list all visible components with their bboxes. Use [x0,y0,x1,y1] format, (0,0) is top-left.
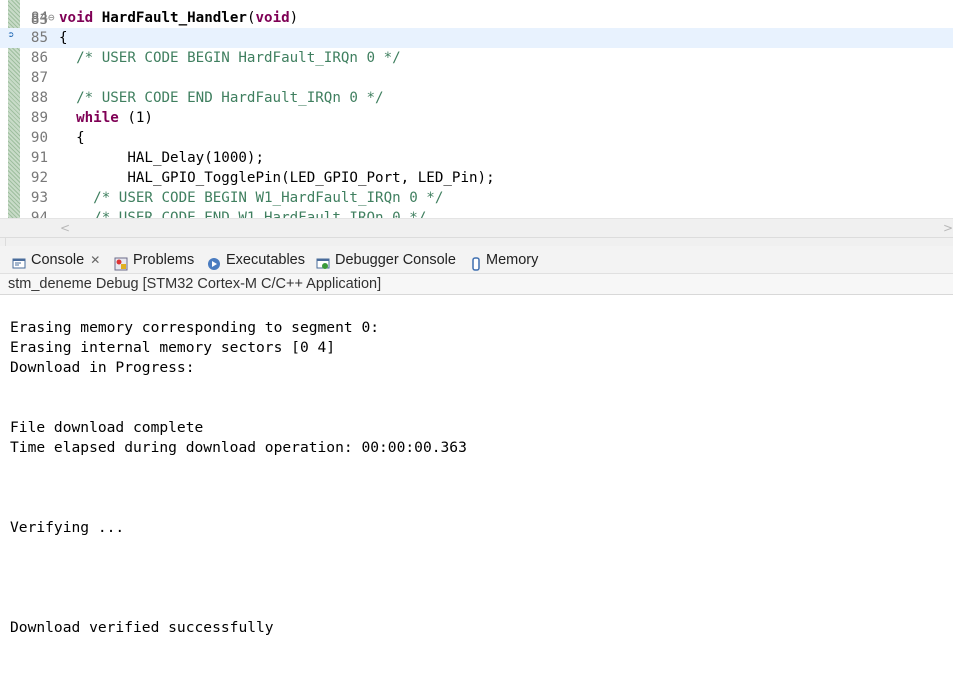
editor-horizontal-scrollbar[interactable]: < > [0,218,953,238]
code-editor[interactable]: 83 */ 84⊖void HardFault_Handler(void)85{… [0,0,953,218]
code-token: ) [289,10,299,26]
tab-problems[interactable]: Problems [114,246,194,274]
close-icon[interactable]: ✕ [90,246,100,274]
line-number: 84 [30,10,48,26]
line-number: 91 [30,150,48,166]
scroll-left-icon[interactable]: < [60,221,70,235]
tab-console[interactable]: Console ✕ [12,246,100,274]
code-token: /* USER CODE END HardFault_IRQn 0 */ [76,90,384,106]
code-token: { [59,130,85,146]
tab-label: Executables [226,252,305,268]
console-line: Download in Progress: [10,359,195,376]
tab-memory[interactable]: Memory [471,246,538,274]
line-number: 93 [30,190,48,206]
console-line: Verifying ... [10,519,125,536]
executables-icon [207,253,221,270]
fold-collapse-icon[interactable]: ⊖ [48,8,55,28]
code-token: /* USER CODE BEGIN HardFault_IRQn 0 */ [76,50,401,66]
code-token: HAL_Delay(1000); [59,150,264,166]
code-line[interactable]: 92 HAL_GPIO_TogglePin(LED_GPIO_Port, LED… [0,168,953,188]
code-line[interactable]: 90 { [0,128,953,148]
tab-label: Memory [486,252,539,268]
line-number: 86 [30,50,48,66]
console-line: Erasing internal memory sectors [0 4] [10,339,336,356]
code-line[interactable]: 84 ⊖ void HardFault_Handler(void) [0,8,953,28]
tab-label: Console [31,252,85,268]
problems-icon [114,253,128,271]
view-tab-bar: Console ✕ Problems Executables Debugger … [0,246,953,274]
debug-instruction-pointer-icon: ➲ [8,30,15,41]
console-line: Erasing memory corresponding to segment … [10,319,380,336]
code-line[interactable]: 93 /* USER CODE BEGIN W1_HardFault_IRQn … [0,188,953,208]
code-text: { [59,128,85,148]
code-text: { [59,28,68,48]
line-number: 92 [30,170,48,186]
line-number: 90 [30,130,48,146]
code-text: /* USER CODE END HardFault_IRQn 0 */ [59,88,384,108]
code-text: HAL_GPIO_TogglePin(LED_GPIO_Port, LED_Pi… [59,168,495,188]
code-token: /* USER CODE END W1_HardFault_IRQn 0 */ [93,210,427,218]
tab-debugger-console[interactable]: Debugger Console [316,246,456,274]
tab-executables[interactable]: Executables [207,246,305,274]
code-line[interactable]: 87 [0,68,953,88]
scroll-right-icon[interactable]: > [943,221,953,235]
tab-label: Problems [133,252,195,268]
code-text: while (1) [59,108,153,128]
code-token: /* USER CODE BEGIN W1_HardFault_IRQn 0 *… [93,190,444,206]
console-line: Time elapsed during download operation: … [10,439,467,456]
code-line[interactable]: 89 while (1) [0,108,953,128]
code-token: while [76,110,119,126]
code-text: /* USER CODE END W1_HardFault_IRQn 0 */ [59,208,426,218]
console-icon [12,253,26,269]
line-number: 88 [30,90,48,106]
console-line: File download complete [10,419,204,436]
line-number: 85 [30,30,48,46]
code-text: /* USER CODE BEGIN HardFault_IRQn 0 */ [59,48,401,68]
code-line[interactable]: 94 /* USER CODE END W1_HardFault_IRQn 0 … [0,208,953,218]
code-text: HAL_Delay(1000); [59,148,264,168]
code-line[interactable]: 88 /* USER CODE END HardFault_IRQn 0 */ [0,88,953,108]
console-line: Download verified successfully [10,619,274,636]
line-number: 89 [30,110,48,126]
code-line[interactable]: 85 { [0,28,953,48]
code-line[interactable]: 86 /* USER CODE BEGIN HardFault_IRQn 0 *… [0,48,953,68]
line-number: 87 [30,70,48,86]
code-line[interactable]: 91 HAL_Delay(1000); [0,148,953,168]
code-token: HAL_GPIO_TogglePin(LED_GPIO_Port, LED_Pi… [59,170,495,186]
memory-icon [471,253,481,271]
code-token: HardFault_Handler [101,10,247,26]
tab-label: Debugger Console [335,252,456,268]
code-text: /* USER CODE BEGIN W1_HardFault_IRQn 0 *… [59,188,443,208]
code-token: void [255,10,290,26]
code-text: void HardFault_Handler(void) [59,8,298,28]
line-number: 94 [30,210,48,218]
code-token: (1) [118,110,153,126]
console-output[interactable]: Erasing memory corresponding to segment … [0,295,953,676]
code-token: { [59,30,68,46]
code-token: void [59,10,94,26]
panel-divider[interactable] [0,238,953,246]
console-title: stm_deneme Debug [STM32 Cortex-M C/C++ A… [0,274,953,295]
debugger-console-icon [316,253,330,269]
